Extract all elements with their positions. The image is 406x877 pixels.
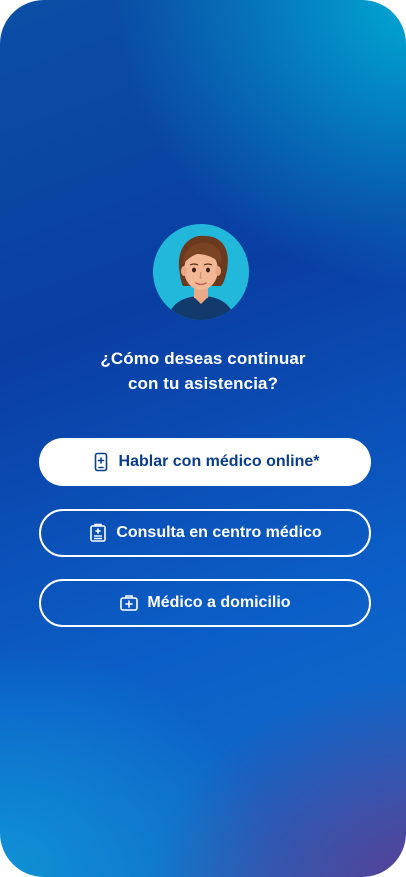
clinic-icon: [88, 523, 108, 543]
question-line-2: con tu asistencia?: [127, 374, 279, 393]
continue-question: ¿Cómo deseas continuar con tu asistencia…: [0, 346, 406, 396]
home-doctor-label: Médico a domicilio: [147, 594, 291, 611]
online-doctor-button[interactable]: Hablar con médico online*: [39, 438, 371, 486]
question-line-1: ¿Cómo deseas continuar: [100, 349, 306, 368]
phone-medical-icon: [91, 452, 111, 472]
medical-center-button[interactable]: Consulta en centro médico: [39, 509, 371, 557]
doctor-avatar-icon: [153, 224, 249, 320]
medical-center-label: Consulta en centro médico: [116, 524, 322, 541]
app-screen: ¿Cómo deseas continuar con tu asistencia…: [0, 0, 406, 877]
home-doctor-button[interactable]: Médico a domicilio: [39, 579, 371, 627]
online-doctor-label: Hablar con médico online*: [118, 453, 320, 470]
medical-kit-icon: [119, 593, 139, 613]
